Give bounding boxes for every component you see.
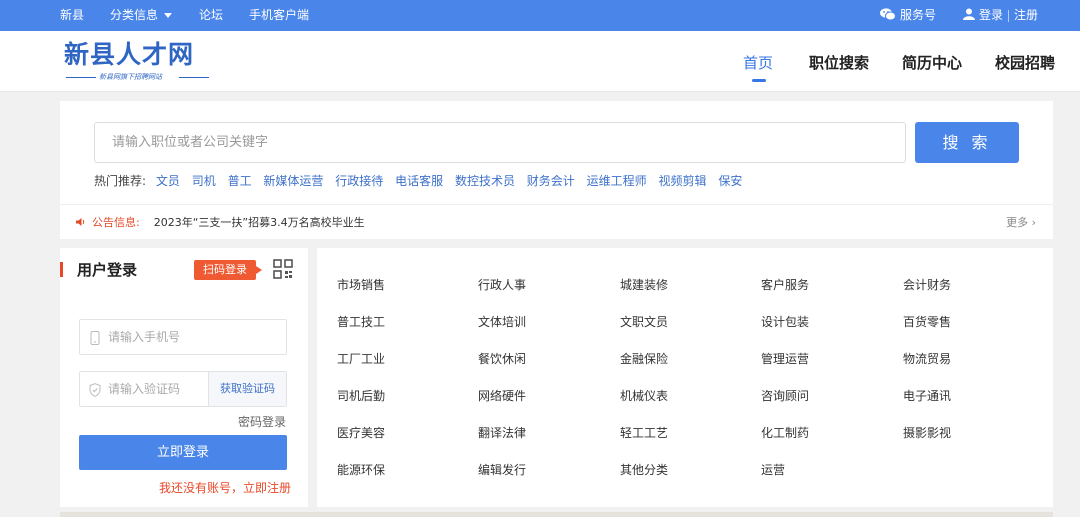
login-button[interactable]: 立即登录 bbox=[79, 435, 287, 470]
register-link[interactable]: 我还没有账号，立即注册 bbox=[159, 480, 291, 496]
hot-keywords: 热门推荐: 文员 司机 普工 新媒体运营 行政接待 电话客服 数控技术员 财务会… bbox=[94, 173, 750, 189]
notice-bar: 公告信息: 2023年“三支一扶”招募3.4万名高校毕业生 bbox=[76, 215, 365, 231]
login-link[interactable]: 登录 bbox=[979, 8, 1003, 22]
category-item[interactable]: 文职文员 bbox=[620, 314, 668, 330]
hot-keyword[interactable]: 运维工程师 bbox=[587, 174, 647, 188]
hot-label: 热门推荐: bbox=[94, 174, 147, 188]
category-item[interactable]: 工厂工业 bbox=[337, 351, 385, 367]
phone-icon bbox=[90, 331, 100, 345]
verification-code-field[interactable]: 请输入验证码 获取验证码 bbox=[79, 371, 287, 407]
category-item[interactable]: 行政人事 bbox=[478, 277, 526, 293]
category-item[interactable]: 管理运营 bbox=[761, 351, 809, 367]
notice-more-link[interactable]: 更多 › bbox=[1006, 215, 1036, 231]
category-item[interactable]: 网络硬件 bbox=[478, 388, 526, 404]
category-item[interactable]: 运营 bbox=[761, 462, 785, 478]
logo-subtitle-text: 新县网旗下招聘网站 bbox=[99, 73, 162, 81]
category-item[interactable]: 城建装修 bbox=[620, 277, 668, 293]
bottom-strip bbox=[60, 512, 1053, 517]
city-link[interactable]: 新县 bbox=[60, 0, 84, 31]
hot-keyword[interactable]: 新媒体运营 bbox=[263, 174, 323, 188]
category-item[interactable]: 市场销售 bbox=[337, 277, 385, 293]
category-item[interactable]: 客户服务 bbox=[761, 277, 809, 293]
get-code-button[interactable]: 获取验证码 bbox=[208, 372, 286, 406]
user-icon bbox=[963, 8, 975, 20]
login-panel: 用户登录 扫码登录 请输入手机号 请输入验证码 获取验证码 密码登录 立即登录 … bbox=[60, 248, 308, 507]
category-item[interactable]: 物流贸易 bbox=[903, 351, 951, 367]
site-logo[interactable]: 新县人才网 bbox=[64, 40, 194, 70]
search-button[interactable]: 搜 索 bbox=[915, 122, 1019, 163]
category-item[interactable]: 化工制药 bbox=[761, 425, 809, 441]
nav-resume-center[interactable]: 简历中心 bbox=[902, 53, 962, 73]
category-item[interactable]: 司机后勤 bbox=[337, 388, 385, 404]
scan-login-tag[interactable]: 扫码登录 bbox=[194, 260, 262, 280]
hot-keyword[interactable]: 普工 bbox=[228, 174, 252, 188]
category-item[interactable]: 百货零售 bbox=[903, 314, 951, 330]
nav-home[interactable]: 首页 bbox=[743, 53, 773, 73]
divider bbox=[179, 77, 209, 78]
notice-label: 公告信息: bbox=[92, 216, 140, 229]
hot-keyword[interactable]: 文员 bbox=[156, 174, 180, 188]
phone-field[interactable]: 请输入手机号 bbox=[79, 319, 287, 355]
register-link[interactable]: 注册 bbox=[1014, 8, 1038, 22]
hot-keyword[interactable]: 行政接待 bbox=[335, 174, 383, 188]
site-header: 新县人才网 新县网旗下招聘网站 首页 职位搜索 简历中心 校园招聘 bbox=[0, 31, 1080, 92]
nav-job-search[interactable]: 职位搜索 bbox=[809, 53, 869, 73]
category-item[interactable]: 普工技工 bbox=[337, 314, 385, 330]
divider bbox=[1008, 9, 1010, 22]
category-item[interactable]: 电子通讯 bbox=[903, 388, 951, 404]
code-placeholder: 请输入验证码 bbox=[108, 382, 181, 396]
hot-keyword[interactable]: 财务会计 bbox=[527, 174, 575, 188]
category-item[interactable]: 金融保险 bbox=[620, 351, 668, 367]
category-item[interactable]: 其他分类 bbox=[620, 462, 668, 478]
category-item[interactable]: 餐饮休闲 bbox=[478, 351, 526, 367]
service-account-label: 服务号 bbox=[900, 8, 937, 22]
category-item[interactable]: 咨询顾问 bbox=[761, 388, 809, 404]
password-login-link[interactable]: 密码登录 bbox=[238, 414, 286, 430]
hot-keyword[interactable]: 数控技术员 bbox=[455, 174, 515, 188]
notice-link[interactable]: 2023年“三支一扶”招募3.4万名高校毕业生 bbox=[154, 216, 365, 229]
phone-placeholder: 请输入手机号 bbox=[108, 330, 181, 344]
category-item[interactable]: 能源环保 bbox=[337, 462, 385, 478]
category-item[interactable]: 轻工工艺 bbox=[620, 425, 668, 441]
category-item[interactable]: 翻译法律 bbox=[478, 425, 526, 441]
shield-icon bbox=[89, 383, 101, 397]
mobile-client-link[interactable]: 手机客户端 bbox=[249, 0, 309, 31]
hot-keyword[interactable]: 司机 bbox=[192, 174, 216, 188]
service-account-link[interactable]: 服务号 bbox=[880, 0, 936, 31]
chevron-down-icon bbox=[164, 13, 173, 18]
wechat-icon bbox=[880, 8, 896, 21]
divider bbox=[66, 77, 96, 78]
category-item[interactable]: 设计包装 bbox=[761, 314, 809, 330]
category-item[interactable]: 会计财务 bbox=[903, 277, 951, 293]
category-item[interactable]: 摄影影视 bbox=[903, 425, 951, 441]
account-links: 登录 注册 bbox=[963, 0, 1038, 31]
login-title: 用户登录 bbox=[77, 261, 138, 279]
nav-active-indicator bbox=[752, 79, 766, 82]
hot-keyword[interactable]: 视频剪辑 bbox=[658, 174, 706, 188]
category-item[interactable]: 文体培训 bbox=[478, 314, 526, 330]
category-info-menu[interactable]: 分类信息 bbox=[110, 0, 173, 31]
search-input[interactable]: 请输入职位或者公司关键字 bbox=[94, 122, 906, 163]
qr-code-icon[interactable] bbox=[273, 259, 293, 279]
nav-campus-recruitment[interactable]: 校园招聘 bbox=[995, 53, 1055, 73]
category-item[interactable]: 机械仪表 bbox=[620, 388, 668, 404]
hot-keyword[interactable]: 电话客服 bbox=[395, 174, 443, 188]
divider bbox=[60, 204, 1053, 205]
top-bar: 新县 分类信息 论坛 手机客户端 服务号 登录 注册 bbox=[0, 0, 1080, 31]
category-info-label: 分类信息 bbox=[110, 8, 159, 22]
forum-link[interactable]: 论坛 bbox=[199, 0, 223, 31]
category-panel: 市场销售 行政人事 城建装修 客户服务 会计财务 普工技工 文体培训 文职文员 … bbox=[317, 248, 1053, 507]
title-accent-bar bbox=[60, 262, 63, 277]
hot-keyword[interactable]: 保安 bbox=[718, 174, 742, 188]
category-item[interactable]: 医疗美容 bbox=[337, 425, 385, 441]
category-item[interactable]: 编辑发行 bbox=[478, 462, 526, 478]
logo-subtitle: 新县网旗下招聘网站 bbox=[66, 72, 212, 82]
speaker-icon bbox=[76, 218, 85, 226]
search-panel: 请输入职位或者公司关键字 搜 索 热门推荐: 文员 司机 普工 新媒体运营 行政… bbox=[60, 101, 1053, 239]
